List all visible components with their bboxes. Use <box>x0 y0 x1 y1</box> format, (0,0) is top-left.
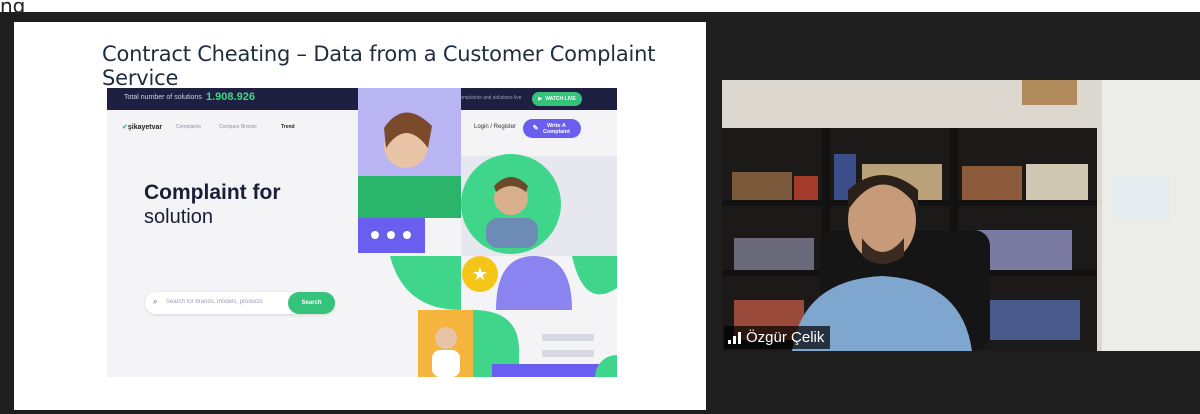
site-logo[interactable]: ✔şikayetvar <box>122 123 162 131</box>
woman2-shirt <box>432 350 460 377</box>
green-corner <box>572 256 617 295</box>
shared-slide: Contract Cheating – Data from a Customer… <box>14 22 706 410</box>
hero-title: Complaint for <box>144 181 281 204</box>
green-wedge <box>390 256 461 310</box>
man-shirt <box>486 218 538 248</box>
gray-bar-2 <box>542 350 594 357</box>
purple-dome <box>496 256 572 310</box>
wall-drawing <box>1114 176 1170 220</box>
box-on-shelf <box>1022 80 1077 105</box>
logo-text: şikayetvar <box>127 124 163 131</box>
dot-3 <box>403 231 411 239</box>
participant-name-tag: Özgür Çelik <box>724 326 831 349</box>
signal-icon <box>728 331 741 344</box>
hero-subtitle: solution <box>144 206 213 228</box>
search-icon: ⌕ <box>153 297 158 306</box>
dot-1 <box>371 231 379 239</box>
dot-2 <box>387 231 395 239</box>
nav-link-trend[interactable]: Trend <box>281 124 295 130</box>
star-icon: ★ <box>472 264 488 285</box>
webcam-scene <box>722 80 1200 351</box>
search-button[interactable]: Search <box>288 292 335 314</box>
participant-video: Özgür Çelik <box>722 80 1200 351</box>
search-box: ⌕ Search for brands, models, products Se… <box>145 292 335 314</box>
search-input[interactable]: Search for brands, models, products <box>166 299 281 305</box>
nav-link-complaints[interactable]: Complaints <box>176 124 201 130</box>
participant-name: Özgür Çelik <box>746 329 825 346</box>
hero-collage: ★ <box>358 88 617 377</box>
sweater-shape <box>358 176 461 218</box>
nav-link-compare-brands[interactable]: Compare Brands <box>219 124 257 130</box>
website-screenshot: Total number of solutions 1.908.926 Foll… <box>107 88 617 377</box>
solutions-label: Total number of solutions <box>124 94 202 101</box>
gray-bar-1 <box>542 334 594 341</box>
solutions-count: 1.908.926 <box>206 91 255 103</box>
slide-title: Contract Cheating – Data from a Customer… <box>102 42 656 90</box>
woman2-face <box>435 327 457 349</box>
